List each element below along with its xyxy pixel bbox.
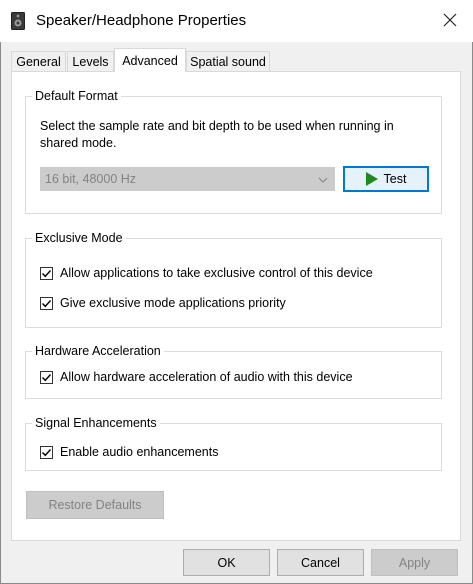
default-format-description: Select the sample rate and bit depth to … (40, 118, 440, 152)
hardware-acceleration-legend: Hardware Acceleration (35, 344, 161, 358)
enable-enhancements-checkbox[interactable]: Enable audio enhancements (40, 443, 218, 461)
sample-rate-dropdown[interactable]: 16 bit, 48000 Hz (40, 167, 335, 191)
check-icon (42, 373, 52, 381)
apply-button[interactable]: Apply (371, 549, 458, 576)
chevron-down-icon (318, 171, 328, 188)
checkbox-box[interactable] (40, 296, 53, 310)
checkbox-box[interactable] (40, 266, 53, 280)
give-priority-checkbox[interactable]: Give exclusive mode applications priorit… (40, 294, 286, 312)
description-line-1: Select the sample rate and bit depth to … (40, 119, 394, 133)
close-icon (443, 11, 457, 32)
check-icon (42, 269, 52, 277)
checkbox-box[interactable] (40, 445, 53, 459)
cancel-button[interactable]: Cancel (277, 549, 364, 576)
close-button[interactable] (427, 0, 473, 42)
speaker-icon (11, 12, 25, 30)
restore-defaults-button[interactable]: Restore Defaults (26, 491, 164, 519)
window-title: Speaker/Headphone Properties (36, 12, 247, 29)
default-format-legend: Default Format (35, 89, 118, 103)
play-icon (365, 172, 378, 186)
check-icon (42, 448, 52, 456)
allow-hw-accel-label: Allow hardware acceleration of audio wit… (60, 370, 353, 384)
title-bar: Speaker/Headphone Properties (0, 0, 473, 42)
tab-general[interactable]: General (11, 51, 66, 71)
allow-exclusive-control-checkbox[interactable]: Allow applications to take exclusive con… (40, 264, 373, 282)
give-priority-label: Give exclusive mode applications priorit… (60, 296, 286, 310)
allow-hw-accel-checkbox[interactable]: Allow hardware acceleration of audio wit… (40, 368, 353, 386)
test-label: Test (383, 172, 407, 186)
enable-enhancements-label: Enable audio enhancements (60, 445, 219, 459)
allow-exclusive-control-label: Allow applications to take exclusive con… (60, 266, 373, 280)
test-button[interactable]: Test (343, 166, 429, 192)
description-line-2: shared mode. (40, 136, 117, 150)
tab-levels[interactable]: Levels (67, 51, 114, 71)
signal-enhancements-legend: Signal Enhancements (35, 416, 157, 430)
exclusive-mode-legend: Exclusive Mode (35, 231, 123, 245)
ok-button[interactable]: OK (183, 549, 270, 576)
checkbox-box[interactable] (40, 370, 53, 384)
check-icon (42, 299, 52, 307)
sample-rate-value: 16 bit, 48000 Hz (45, 172, 137, 186)
tab-advanced[interactable]: Advanced (114, 48, 186, 72)
tab-spatial-sound[interactable]: Spatial sound (186, 51, 270, 71)
